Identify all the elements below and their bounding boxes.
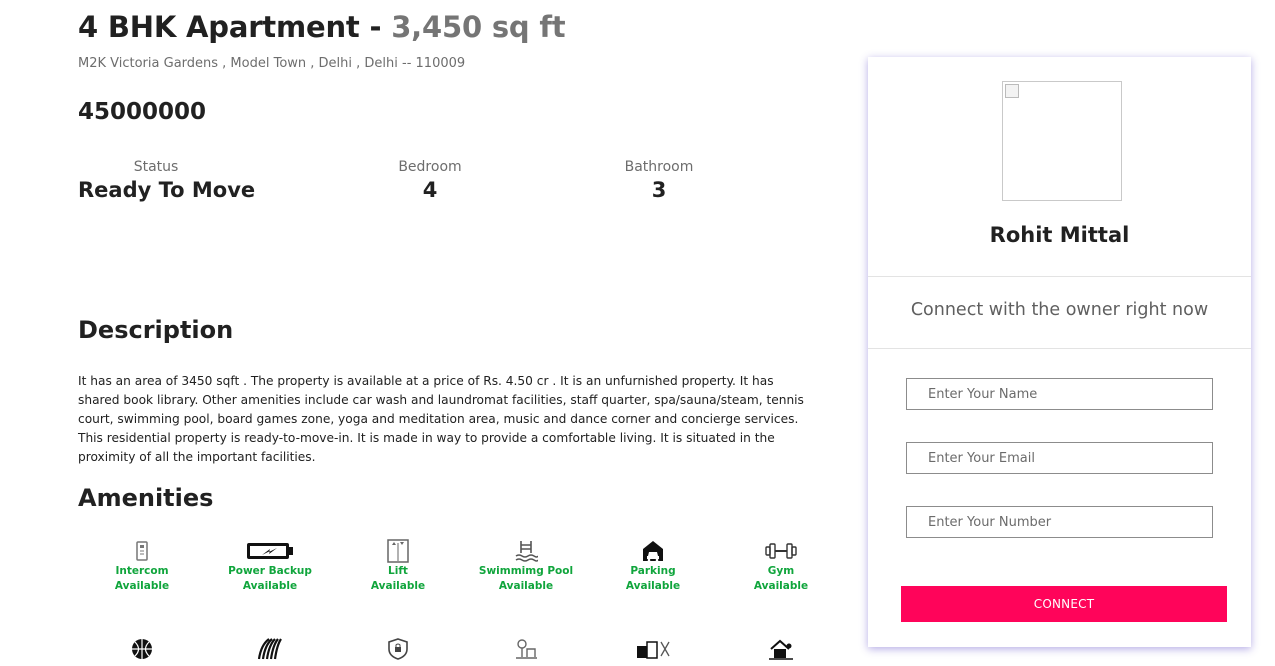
divider — [868, 276, 1251, 277]
amenity-status: Available — [370, 580, 426, 592]
clubhouse-icon — [598, 636, 708, 662]
bedroom-value: 4 — [422, 178, 438, 202]
amenity-power-backup: Power Backup Available — [215, 538, 325, 594]
garden-icon — [471, 636, 581, 662]
intercom-icon — [87, 538, 197, 564]
amenity-clubhouse — [598, 636, 708, 662]
status-value: Ready To Move — [78, 178, 256, 202]
battery-icon — [215, 538, 325, 564]
bathroom-value: 3 — [651, 178, 667, 202]
amenity-sports — [87, 636, 197, 662]
bedroom-stat: Bedroom 4 — [380, 159, 480, 202]
listing-address: M2K Victoria Gardens , Model Town , Delh… — [78, 56, 466, 71]
amenities-heading: Amenities — [78, 484, 214, 512]
amenity-lift: Lift Available — [343, 538, 453, 594]
bathroom-label: Bathroom — [624, 159, 694, 175]
name-field[interactable] — [906, 378, 1213, 410]
bedroom-label: Bedroom — [398, 159, 462, 175]
connect-prompt: Connect with the owner right now — [910, 300, 1209, 320]
status-stat: Status Ready To Move — [78, 159, 256, 202]
amenity-name: Intercom — [115, 565, 169, 577]
pool-icon — [471, 538, 581, 564]
amenity-track — [215, 636, 325, 662]
divider — [868, 348, 1251, 349]
owner-name: Rohit Mittal — [989, 223, 1130, 247]
description-heading: Description — [78, 316, 234, 344]
bathroom-stat: Bathroom 3 — [609, 159, 709, 202]
amenity-gym: Gym Available — [726, 538, 836, 594]
owner-avatar — [1002, 81, 1122, 201]
amenity-house — [726, 636, 836, 662]
amenity-name: Gym — [767, 565, 795, 577]
amenity-name: Parking — [630, 565, 676, 577]
security-shield-icon — [343, 636, 453, 662]
amenity-name: Swimmimg Pool — [478, 565, 574, 577]
number-field[interactable] — [906, 506, 1213, 538]
listing-title: 4 BHK Apartment - 3,450 sq ft — [78, 10, 566, 44]
listing-type: 4 BHK Apartment - — [78, 10, 392, 44]
track-icon — [215, 636, 325, 662]
amenity-status: Available — [242, 580, 298, 592]
amenity-parking: Parking Available — [598, 538, 708, 594]
amenity-intercom: Intercom Available — [87, 538, 197, 594]
basketball-icon — [87, 636, 197, 662]
amenity-swimming-pool: Swimmimg Pool Available — [471, 538, 581, 594]
listing-area: 3,450 sq ft — [391, 10, 566, 44]
amenity-name: Lift — [388, 565, 408, 577]
amenity-name: Power Backup — [228, 565, 312, 577]
amenity-garden — [471, 636, 581, 662]
status-label: Status — [133, 159, 179, 175]
email-field[interactable] — [906, 442, 1213, 474]
description-text: It has an area of 3450 sqft . The proper… — [78, 374, 804, 464]
listing-price: 45000000 — [78, 99, 207, 125]
car-icon — [598, 538, 708, 564]
broken-image-icon — [1005, 84, 1019, 98]
amenity-security — [343, 636, 453, 662]
amenity-status: Available — [625, 580, 681, 592]
owner-contact-card: Rohit Mittal Connect with the owner righ… — [868, 57, 1251, 647]
house-icon — [726, 636, 836, 662]
lift-icon — [343, 538, 453, 564]
amenity-status: Available — [114, 580, 170, 592]
connect-button[interactable]: CONNECT — [901, 586, 1227, 622]
amenity-status: Available — [498, 580, 554, 592]
amenity-status: Available — [753, 580, 809, 592]
dumbbell-icon — [726, 538, 836, 564]
